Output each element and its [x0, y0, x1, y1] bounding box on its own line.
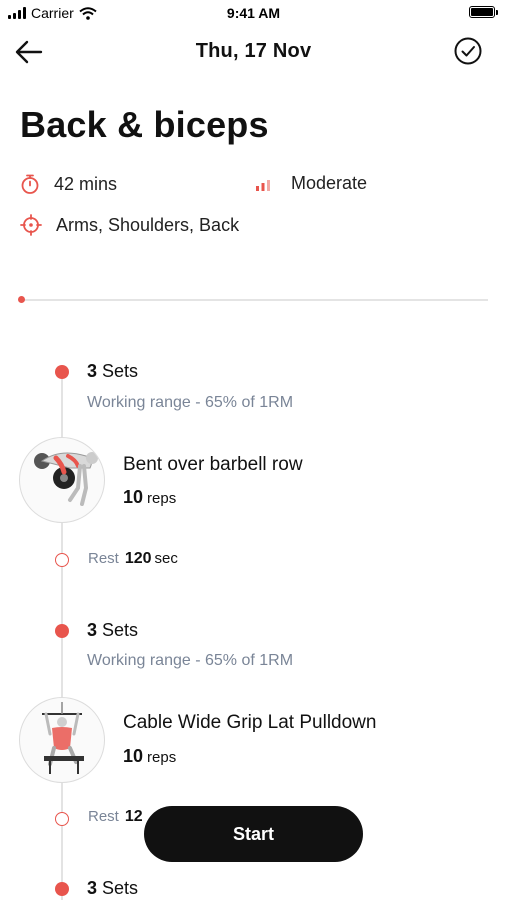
- reps-label: 10 reps: [123, 487, 176, 508]
- check-circle-icon: [454, 37, 482, 65]
- rest-text: Rest: [88, 550, 119, 567]
- sets-label: 3 Sets: [87, 361, 138, 382]
- target-meta: Arms, Shoulders, Back: [20, 214, 239, 236]
- sets-count: 3: [87, 620, 98, 640]
- set-marker: [55, 882, 69, 896]
- intensity-meta: Moderate: [255, 173, 367, 194]
- reps-label: 10 reps: [123, 746, 176, 767]
- intensity-text: Moderate: [291, 173, 368, 193]
- progress-indicator: [18, 296, 25, 303]
- progress-track: [20, 299, 488, 301]
- status-bar: Carrier 9:41 AM: [0, 0, 507, 28]
- set-marker: [55, 365, 69, 379]
- sets-count: 3: [87, 878, 98, 898]
- sets-count: 3: [87, 361, 98, 381]
- target-crosshair-icon: [20, 214, 42, 236]
- sets-label: 3 Sets: [87, 620, 138, 641]
- duration-text: 42 mins: [54, 173, 118, 194]
- intensity-bars-icon: [256, 179, 270, 191]
- working-range: Working range - 65% of 1RM: [87, 394, 294, 411]
- rest-value: 120: [124, 550, 152, 567]
- sets-text: Sets: [102, 878, 139, 898]
- reps-text: reps: [147, 749, 177, 766]
- duration-meta: 42 mins: [20, 173, 117, 195]
- exercise-thumbnail-lat-pulldown[interactable]: [19, 697, 105, 783]
- rest-marker: [55, 812, 69, 826]
- lat-pulldown-illustration: [42, 702, 84, 774]
- stopwatch-icon: [21, 174, 39, 194]
- working-range: Working range - 65% of 1RM: [87, 652, 294, 669]
- battery-icon: [469, 6, 498, 18]
- sets-label: 3 Sets: [87, 878, 138, 899]
- target-text: Arms, Shoulders, Back: [56, 214, 240, 235]
- complete-button[interactable]: [453, 36, 485, 68]
- workout-title: Back & biceps: [20, 104, 269, 145]
- sets-text: Sets: [102, 620, 139, 640]
- nav-bar: Thu, 17 Nov: [0, 32, 507, 72]
- nav-date-title: Thu, 17 Nov: [195, 40, 312, 62]
- exercise-thumbnail-barbell-row[interactable]: [19, 437, 105, 523]
- status-time: 9:41 AM: [226, 5, 281, 21]
- rest-text: Rest: [88, 808, 119, 825]
- exercise-name[interactable]: Bent over barbell row: [123, 454, 303, 476]
- rest-unit: sec: [154, 550, 178, 567]
- reps-text: reps: [147, 490, 177, 507]
- set-marker: [55, 624, 69, 638]
- rest-label: Rest 120 sec: [88, 550, 178, 568]
- exercise-name[interactable]: Cable Wide Grip Lat Pulldown: [123, 712, 376, 734]
- barbell-row-illustration: [34, 452, 98, 506]
- reps-count: 10: [123, 746, 144, 766]
- rest-label: Rest 12: [88, 808, 143, 826]
- start-button[interactable]: Start: [144, 806, 363, 862]
- rest-value: 12: [124, 808, 143, 825]
- sets-text: Sets: [102, 361, 139, 381]
- reps-count: 10: [123, 487, 144, 507]
- rest-marker: [55, 553, 69, 567]
